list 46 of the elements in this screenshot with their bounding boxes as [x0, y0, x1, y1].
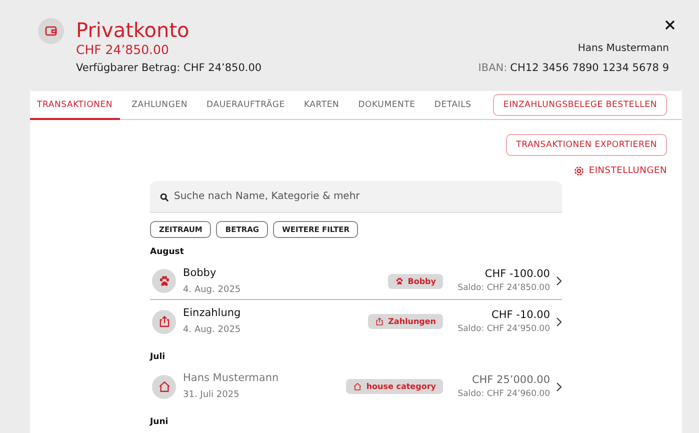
tab[interactable]: DAUERAUFTRÄGE — [200, 91, 292, 120]
iban-text: IBAN: CH12 3456 7890 1234 5678 9 — [478, 61, 669, 75]
balance-text: Saldo: CHF 24’850.00 — [458, 282, 550, 295]
month-heading: Juni — [150, 417, 170, 427]
chevron-icon[interactable] — [556, 276, 562, 286]
tab[interactable]: DETAILS — [427, 91, 478, 120]
available-amount: Verfügbarer Betrag: CHF 24’850.00 — [76, 61, 262, 76]
upload-icon — [158, 315, 170, 328]
month-heading: Juli — [150, 352, 166, 362]
account-balance: CHF 24’850.00 — [76, 42, 170, 58]
wallet-icon — [38, 18, 64, 44]
paw-icon — [394, 276, 404, 286]
gear-icon — [574, 166, 584, 176]
transaction-name: Hans Mustermann — [183, 371, 279, 386]
tab[interactable]: KARTEN — [296, 91, 346, 120]
month-heading: August — [150, 247, 185, 257]
chevron-icon[interactable] — [556, 316, 562, 326]
house-icon — [158, 380, 170, 393]
tab[interactable]: TRANSAKTIONEN — [30, 91, 120, 120]
settings-link[interactable]: EINSTELLUNGEN — [574, 166, 667, 176]
close-button[interactable] — [663, 18, 677, 32]
tab[interactable]: DOKUMENTE — [351, 91, 422, 120]
transaction-name: Einzahlung — [183, 306, 241, 321]
transaction-date: 4. Aug. 2025 — [183, 284, 241, 296]
account-owner: Hans Mustermann — [578, 42, 669, 56]
search-field[interactable]: Suche nach Name, Kategorie & mehr — [150, 181, 562, 213]
search-icon — [160, 193, 169, 202]
export-button[interactable]: TRANSAKTIONEN EXPORTIEREN — [506, 134, 667, 156]
order-slips-button[interactable]: EINZAHLUNGSBELEGE BESTELLEN — [493, 94, 667, 116]
transaction-date: 4. Aug. 2025 — [183, 324, 241, 337]
transaction-date: 31. Juli 2025 — [183, 389, 240, 402]
category-tag[interactable]: house category — [346, 379, 443, 394]
account-title: Privatkonto — [76, 18, 190, 42]
paw-icon — [158, 274, 170, 288]
upload-icon — [375, 317, 384, 326]
balance-text: Saldo: CHF 24’950.00 — [458, 322, 550, 336]
category-tag[interactable]: Bobby — [388, 274, 443, 288]
category-tag[interactable]: Zahlungen — [368, 314, 443, 329]
chevron-icon[interactable] — [556, 382, 562, 392]
house-icon — [353, 382, 362, 391]
transaction-name: Bobby — [183, 266, 218, 280]
transaction-amount: CHF -100.00 — [484, 267, 550, 282]
balance-text: Saldo: CHF 24’960.00 — [458, 388, 550, 400]
transaction-amount: CHF 25’000.00 — [472, 372, 550, 388]
tab[interactable]: ZAHLUNGEN — [124, 91, 195, 120]
transaction-amount: CHF -10.00 — [492, 308, 550, 322]
